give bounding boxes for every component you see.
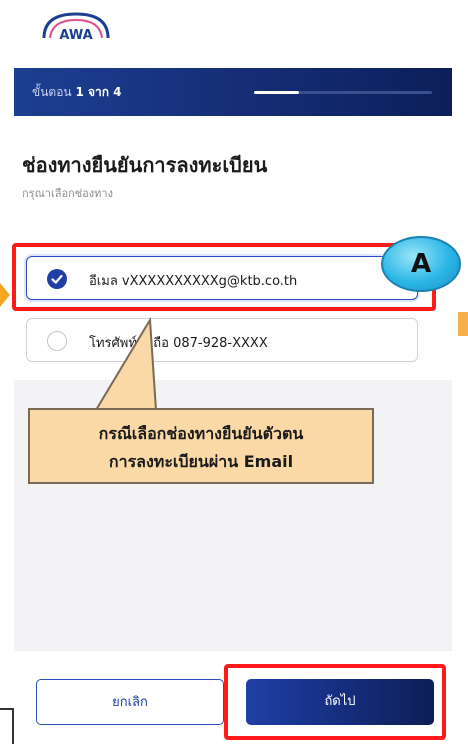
step-count: 1 จาก 4: [75, 85, 122, 99]
progress-track: [254, 91, 432, 94]
svg-text:AWA: AWA: [59, 28, 92, 43]
annotation-badge-letter: A: [410, 249, 432, 279]
side-arrow-right: [458, 312, 468, 336]
highlight-frame-email: [12, 243, 436, 311]
callout-line-1: กรณีเลือกช่องทางยืนยันตัวตน: [98, 424, 304, 443]
frame-corner: [0, 708, 14, 744]
annotation-callout: กรณีเลือกช่องทางยืนยันตัวตน การลงทะเบียน…: [28, 408, 374, 484]
radio-unselected-icon[interactable]: [47, 331, 67, 351]
progress-fill: [254, 91, 299, 94]
cancel-button[interactable]: ยกเลิก: [36, 679, 224, 725]
annotation-badge: A: [381, 236, 461, 292]
option-phone[interactable]: โทรศัพท์มือถือ 087-928-XXXX: [26, 318, 418, 362]
step-prefix: ขั้นตอน: [32, 85, 72, 99]
option-phone-label: โทรศัพท์มือถือ 087-928-XXXX: [89, 336, 268, 351]
page-subtitle: กรุณาเลือกช่องทาง: [22, 187, 113, 200]
app-screen: AWA ขั้นตอน 1 จาก 4: [14, 0, 452, 744]
step-progress-bar: ขั้นตอน 1 จาก 4: [14, 68, 452, 116]
page-title: ช่องทางยืนยันการลงทะเบียน: [22, 153, 268, 177]
side-arrow-left: [0, 283, 10, 307]
ktb-logo-icon: AWA: [42, 12, 110, 43]
callout-line-2: การลงทะเบียนผ่าน Email: [108, 452, 294, 471]
step-indicator: ขั้นตอน 1 จาก 4: [32, 83, 122, 102]
highlight-frame-next: [224, 664, 446, 740]
